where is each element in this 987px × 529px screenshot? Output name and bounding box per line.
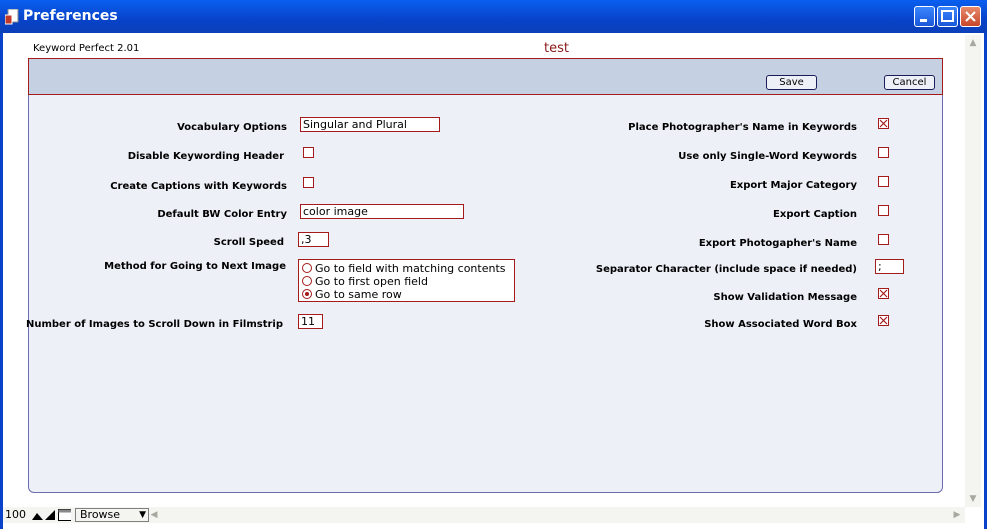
export-photographer-name-checkbox[interactable] [878,234,889,245]
scroll-speed-field[interactable]: ,3 [298,232,329,247]
scroll-down-icon[interactable]: ▼ [965,491,981,507]
cancel-button[interactable]: Cancel [884,75,935,90]
default-bw-color-label: Default BW Color Entry [157,209,287,220]
layout-name-label: test [544,41,569,56]
checked-x-icon [879,119,888,128]
radio-button[interactable] [302,263,312,273]
disable-keywording-header-label: Disable Keywording Header [127,151,284,162]
filmstrip-scroll-label: Number of Images to Scroll Down in Films… [25,319,283,330]
horizontal-scrollbar[interactable]: ◀ ▶ [146,507,965,523]
disable-keywording-header-checkbox[interactable] [303,147,314,158]
close-icon [965,11,976,22]
zoom-in-icon[interactable] [44,509,57,521]
scroll-speed-label: Scroll Speed [213,237,284,248]
checked-x-icon [879,289,888,298]
show-associated-word-box-checkbox[interactable] [878,315,889,326]
show-validation-message-checkbox[interactable] [878,288,889,299]
default-bw-color-field[interactable]: color image [300,204,464,219]
radio-option-matching-contents[interactable]: Go to field with matching contents [302,262,506,275]
radio-option-first-open-field[interactable]: Go to first open field [302,275,428,288]
scroll-up-icon[interactable]: ▲ [965,35,981,51]
maximize-icon [941,10,954,22]
next-image-method-label: Method for Going to Next Image [104,261,286,272]
zoom-out-icon[interactable] [31,509,44,521]
photographer-name-keywords-checkbox[interactable] [878,118,889,129]
status-area-toggle-icon[interactable] [58,509,71,521]
app-version-label: Keyword Perfect 2.01 [33,43,140,54]
single-word-keywords-checkbox[interactable] [878,147,889,158]
next-image-method-group: Go to field with matching contents Go to… [298,259,515,302]
mode-select[interactable]: Browse ▼ [75,508,149,522]
vertical-scrollbar[interactable]: ▲ ▼ [965,35,981,507]
export-caption-label: Export Caption [773,209,857,220]
export-major-category-checkbox[interactable] [878,176,889,187]
export-caption-checkbox[interactable] [878,205,889,216]
status-bar: 100 Browse ▼ [3,507,149,523]
filmstrip-scroll-field[interactable]: 11 [298,314,323,329]
save-button[interactable]: Save [766,75,817,90]
separator-character-field[interactable]: ; [875,259,904,274]
create-captions-label: Create Captions with Keywords [110,181,287,192]
minimize-button[interactable] [914,6,935,27]
minimize-icon [920,19,927,22]
photographer-name-keywords-label: Place Photographer's Name in Keywords [628,122,857,133]
radio-button[interactable] [302,276,312,286]
show-validation-message-label: Show Validation Message [713,292,857,303]
show-associated-word-box-label: Show Associated Word Box [704,319,857,330]
chevron-down-icon: ▼ [139,510,146,520]
export-major-category-label: Export Major Category [729,180,857,191]
export-photographer-name-label: Export Photogapher's Name [698,238,857,249]
vocabulary-options-label: Vocabulary Options [177,122,287,133]
zoom-level[interactable]: 100 [5,508,29,522]
title-bar: Preferences [0,0,987,33]
window-title: Preferences [23,8,118,24]
app-icon [5,9,19,25]
radio-option-same-row[interactable]: Go to same row [302,288,402,301]
maximize-button[interactable] [937,6,958,27]
checked-x-icon [879,316,888,325]
single-word-keywords-label: Use only Single-Word Keywords [678,151,857,162]
vocabulary-options-field[interactable]: Singular and Plural [300,117,440,132]
create-captions-checkbox[interactable] [303,177,314,188]
scroll-right-icon[interactable]: ▶ [949,507,965,523]
separator-character-label: Separator Character (include space if ne… [595,264,857,275]
radio-button-selected[interactable] [302,289,312,299]
close-button[interactable] [960,6,981,27]
